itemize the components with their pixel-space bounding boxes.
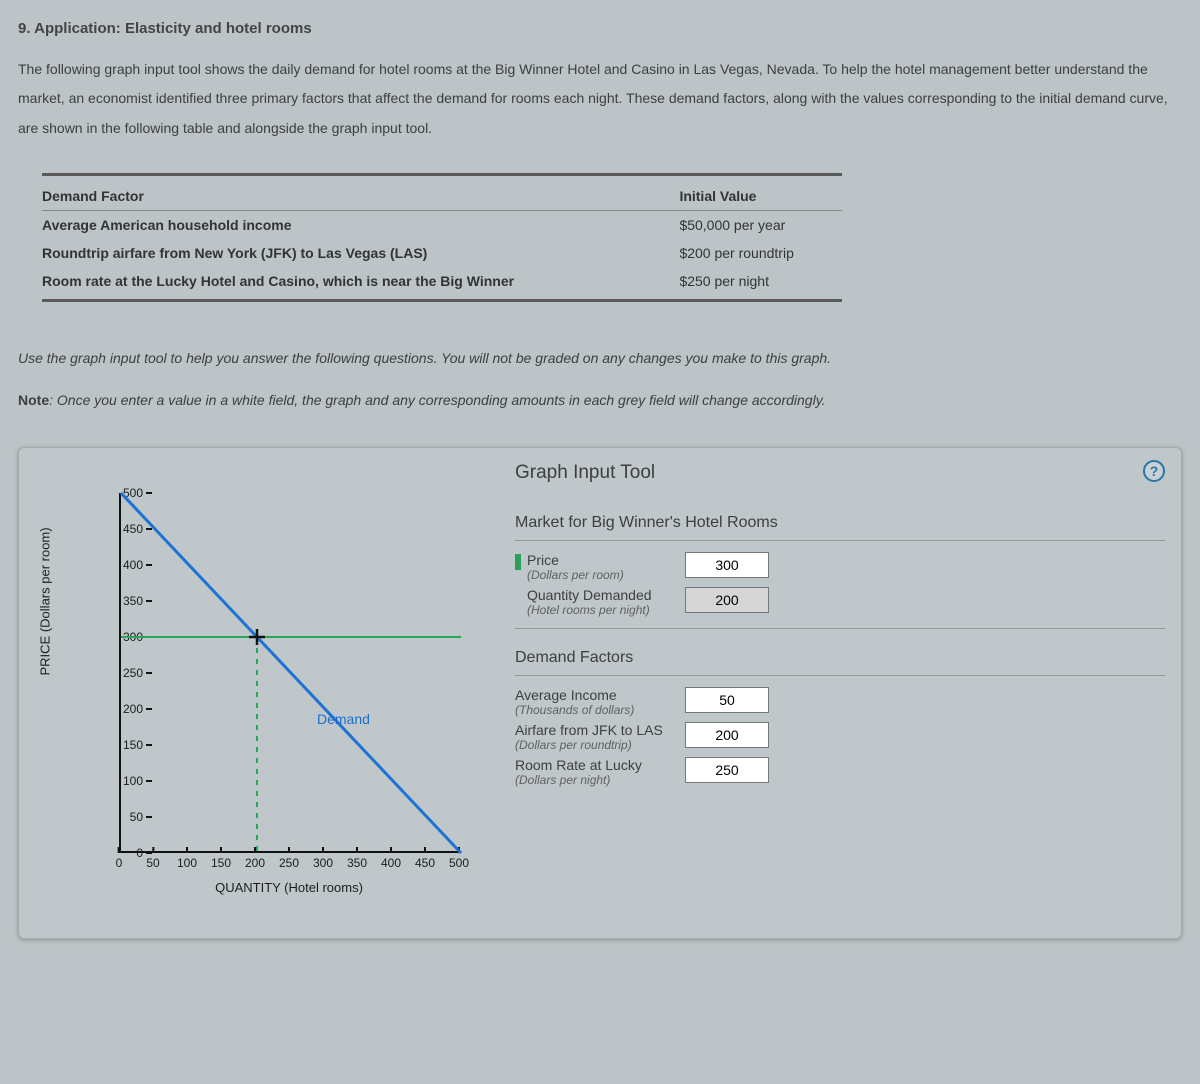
market-section: Price (Dollars per room) Quantity Demand…: [515, 540, 1165, 629]
instruction-note: Note: Once you enter a value in a white …: [18, 384, 1182, 416]
tool-title: Graph Input Tool: [515, 462, 1165, 484]
y-axis-label: PRICE (Dollars per room): [38, 527, 53, 675]
x-axis-label: QUANTITY (Hotel rooms): [119, 880, 459, 895]
instruction-line: Use the graph input tool to help you ans…: [18, 342, 1182, 374]
airfare-input[interactable]: [685, 722, 769, 748]
x-tick: 50: [146, 856, 159, 870]
x-tick: 350: [347, 856, 367, 870]
factor-cell: Roundtrip airfare from New York (JFK) to…: [42, 239, 679, 267]
price-label: Price: [527, 552, 624, 568]
table-row: Roundtrip airfare from New York (JFK) to…: [42, 239, 842, 267]
x-tick: 200: [245, 856, 265, 870]
quantity-label: Quantity Demanded: [527, 587, 652, 603]
lucky-label: Room Rate at Lucky: [515, 757, 642, 773]
value-cell: $50,000 per year: [679, 211, 842, 240]
col-header-factor: Demand Factor: [42, 180, 679, 211]
airfare-sublabel: (Dollars per roundtrip): [515, 738, 663, 752]
note-label: Note: [18, 392, 49, 408]
chart-svg: [121, 493, 461, 853]
income-sublabel: (Thousands of dollars): [515, 703, 634, 717]
table-row: Average American household income $50,00…: [42, 211, 842, 240]
factor-cell: Average American household income: [42, 211, 679, 240]
demand-chart[interactable]: PRICE (Dollars per room) QUANTITY (Hotel…: [59, 488, 489, 928]
x-tick: 0: [116, 856, 123, 870]
help-icon[interactable]: ?: [1143, 460, 1165, 482]
question-title: 9. Application: Elasticity and hotel roo…: [18, 20, 1182, 37]
graph-input-tool: ? PRICE (Dollars per room) QUANTITY (Hot…: [18, 447, 1182, 939]
income-input[interactable]: [685, 687, 769, 713]
x-tick: 300: [313, 856, 333, 870]
price-input[interactable]: [685, 552, 769, 578]
legend-demand: Demand: [317, 711, 370, 727]
market-section-label: Market for Big Winner's Hotel Rooms: [515, 506, 1165, 540]
chart-panel: PRICE (Dollars per room) QUANTITY (Hotel…: [19, 448, 499, 938]
question-intro: The following graph input tool shows the…: [18, 55, 1182, 143]
demand-factors-section: Average Income (Thousands of dollars) Ai…: [515, 675, 1165, 798]
value-cell: $200 per roundtrip: [679, 239, 842, 267]
col-header-value: Initial Value: [679, 180, 842, 211]
lucky-sublabel: (Dollars per night): [515, 773, 642, 787]
price-swatch-icon: [515, 554, 521, 570]
price-sublabel: (Dollars per room): [527, 568, 624, 582]
table-row: Room rate at the Lucky Hotel and Casino,…: [42, 267, 842, 295]
income-label: Average Income: [515, 687, 634, 703]
input-panel: Graph Input Tool Market for Big Winner's…: [499, 448, 1181, 938]
x-tick: 450: [415, 856, 435, 870]
factor-cell: Room rate at the Lucky Hotel and Casino,…: [42, 267, 679, 295]
lucky-input[interactable]: [685, 757, 769, 783]
quantity-sublabel: (Hotel rooms per night): [527, 603, 652, 617]
quantity-output: [685, 587, 769, 613]
demand-factors-label: Demand Factors: [515, 641, 1165, 675]
note-text: : Once you enter a value in a white fiel…: [49, 392, 825, 408]
x-tick: 500: [449, 856, 469, 870]
x-tick: 250: [279, 856, 299, 870]
airfare-label: Airfare from JFK to LAS: [515, 722, 663, 738]
x-tick: 400: [381, 856, 401, 870]
value-cell: $250 per night: [679, 267, 842, 295]
demand-factor-table: Demand Factor Initial Value Average Amer…: [42, 173, 842, 302]
x-tick: 150: [211, 856, 231, 870]
plot-area[interactable]: Demand: [119, 493, 459, 853]
x-tick: 100: [177, 856, 197, 870]
